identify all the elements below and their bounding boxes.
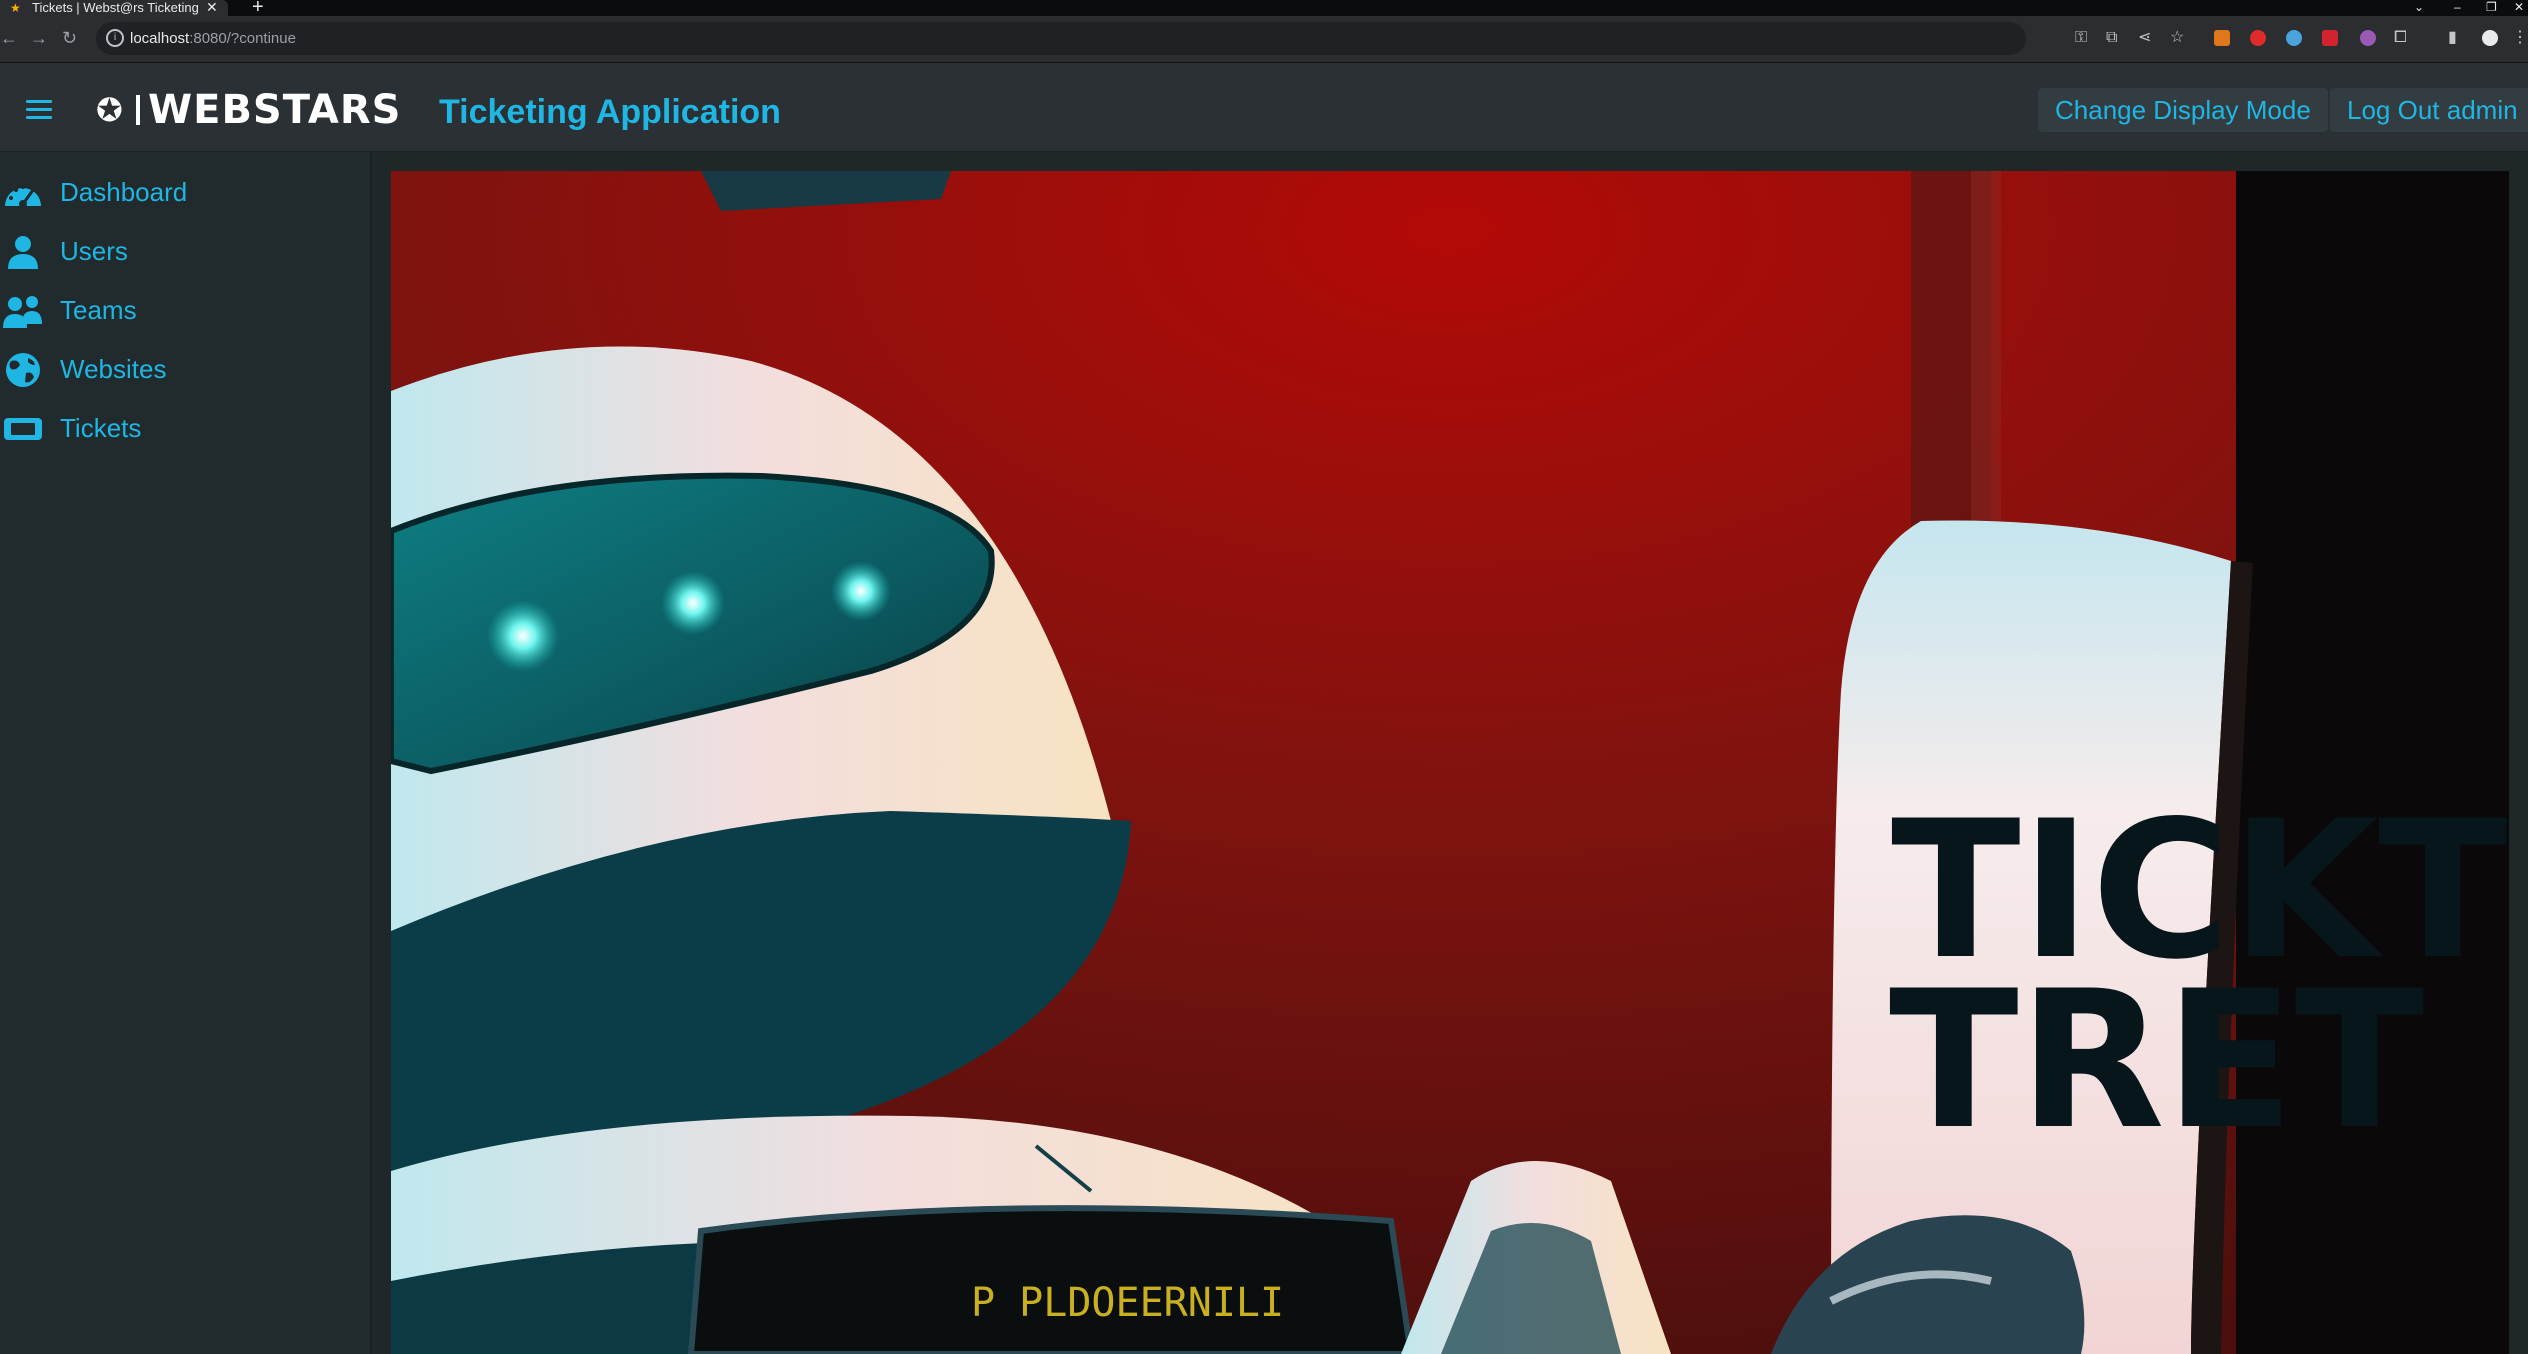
logo-star-icon: ✪ [96,92,123,128]
sidebar-item-label: Tickets [60,413,142,443]
reload-icon[interactable]: ↻ [62,28,77,48]
minimize-icon[interactable]: – [2454,0,2461,14]
browser-menu-icon[interactable]: ⋮ [2512,28,2528,48]
browser-toolbar: ← → ↻ i localhost:8080/?continue ⚿ ⧉ ⋖ ☆… [0,16,2528,63]
extensions-puzzle-icon[interactable]: ⧠ [2394,28,2407,48]
page-title: Ticketing Application [439,93,781,131]
sidebar-item-label: Users [60,236,128,266]
browser-tabstrip: ★ Tickets | Webst@rs Ticketing Applicati… [0,0,2528,17]
new-tab-button[interactable]: + [252,0,264,17]
url-text: localhost:8080/?continue [130,30,296,48]
tab-close-icon[interactable]: ✕ [206,0,218,15]
open-external-icon[interactable]: ⧉ [2106,28,2117,48]
user-icon [8,236,38,269]
site-info-icon[interactable]: i [106,29,124,47]
metamask-extension-icon[interactable] [2214,30,2230,46]
hero-screen-text: P PLDOEERNILI [971,1280,1284,1326]
users-icon [3,296,42,328]
logout-button[interactable]: Log Out admin [2330,88,2528,132]
browser-tab-active[interactable]: ★ Tickets | Webst@rs Ticketing Applicati… [0,0,228,16]
sidebar-item-label: Dashboard [60,177,188,207]
logo-wordmark: WEBSTARS [148,87,402,133]
sidebar: Dashboard Users Teams Websites Tickets [0,152,372,1354]
globe-icon [6,353,40,387]
url-path: :8080/?continue [189,30,296,47]
sidebar-item-teams[interactable]: Teams [0,288,368,332]
restore-icon[interactable]: ❐ [2486,0,2497,14]
window-close-icon[interactable]: ✕ [2514,0,2524,14]
sidebar-item-dashboard[interactable]: Dashboard [0,170,368,214]
hamburger-menu-icon[interactable] [26,100,52,120]
sidebar-item-users[interactable]: Users [0,229,368,273]
sign-line-2: TRET [1889,950,2424,1171]
gauge-icon [5,185,41,208]
bookmark-star-icon[interactable]: ☆ [2170,28,2184,48]
tab-title: Tickets | Webst@rs Ticketing Application [32,1,202,15]
extension-blue-icon[interactable] [2286,30,2302,46]
back-icon[interactable]: ← [0,28,18,48]
sidebar-item-label: Websites [60,354,167,384]
adblock-extension-icon[interactable] [2250,30,2266,46]
logo-divider [136,95,140,125]
robot-ticket-illustration: P PLDOEERNILI TICKT TRET [391,171,2509,1354]
extension-red-icon[interactable] [2322,30,2338,46]
profile-avatar-icon[interactable] [2482,30,2498,46]
tab-favicon-star-icon: ★ [10,1,21,15]
hero-robot-image: P PLDOEERNILI TICKT TRET [391,171,2509,1354]
sidebar-item-tickets[interactable]: Tickets [0,406,368,450]
tab-search-chevron-icon[interactable]: ⌄ [2414,0,2424,14]
address-bar[interactable]: i localhost:8080/?continue [96,22,2026,55]
forward-icon[interactable]: → [30,28,48,48]
sidepanel-icon[interactable]: ▮ [2448,28,2457,48]
url-host: localhost [130,30,190,47]
share-icon[interactable]: ⋖ [2138,28,2151,48]
extension-purple-icon[interactable] [2360,30,2376,46]
sidebar-item-label: Teams [60,295,137,325]
sidebar-item-websites[interactable]: Websites [0,347,368,391]
change-display-mode-button[interactable]: Change Display Mode [2038,88,2328,132]
key-icon[interactable]: ⚿ [2075,28,2087,48]
ticket-icon [4,418,42,440]
app-header: ✪ WEBSTARS Ticketing Application Change … [0,63,2528,152]
